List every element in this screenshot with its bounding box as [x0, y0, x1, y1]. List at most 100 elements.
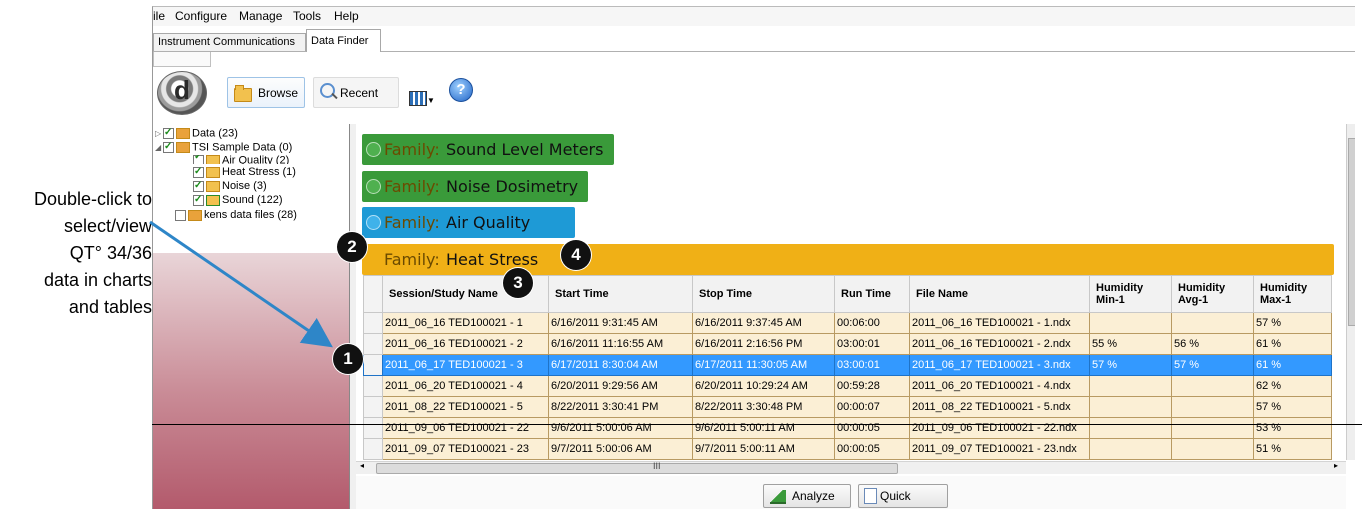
row-humidity-max[interactable]: 57 % — [1253, 396, 1332, 418]
row-start-time[interactable]: 6/20/2011 9:29:56 AM — [548, 375, 693, 397]
table-row[interactable]: 2011_06_17 TED100021 - 3 6/17/2011 8:30:0… — [363, 354, 1332, 376]
row-header[interactable] — [363, 438, 383, 460]
column-header-start-time[interactable]: Start Time — [548, 275, 693, 313]
menu-configure[interactable]: Configure — [175, 9, 227, 23]
row-session-name[interactable]: 2011_06_16 TED100021 - 1 — [382, 312, 549, 334]
row-humidity-min[interactable]: 57 % — [1089, 354, 1172, 376]
scroll-thumb[interactable]: III — [376, 461, 898, 474]
family-air-quality[interactable]: Family: Air Quality — [362, 207, 575, 238]
row-file-name[interactable]: 2011_06_20 TED100021 - 4.ndx — [909, 375, 1090, 397]
row-humidity-min[interactable]: 55 % — [1089, 333, 1172, 355]
row-session-name[interactable]: 2011_09_06 TED100021 - 22 — [382, 417, 549, 439]
row-humidity-avg[interactable] — [1171, 417, 1254, 439]
row-humidity-max[interactable]: 61 % — [1253, 333, 1332, 355]
table-row[interactable]: 2011_06_20 TED100021 - 4 6/20/2011 9:29:5… — [363, 375, 1332, 397]
table-row[interactable]: 2011_06_16 TED100021 - 1 6/16/2011 9:31:4… — [363, 312, 1332, 334]
tab-instrument-communications[interactable]: Instrument Communications — [153, 33, 306, 51]
row-stop-time[interactable]: 6/20/2011 10:29:24 AM — [692, 375, 835, 397]
horizontal-scrollbar[interactable]: ◂ III ▸ — [356, 461, 1346, 474]
row-file-name[interactable]: 2011_06_17 TED100021 - 3.ndx — [909, 354, 1090, 376]
row-start-time[interactable]: 6/17/2011 8:30:04 AM — [548, 354, 693, 376]
expand-icon[interactable]: ▷ — [155, 127, 163, 140]
column-header-humidity-min[interactable]: Humidity Min-1 — [1089, 275, 1172, 313]
row-header[interactable] — [363, 312, 383, 334]
row-start-time[interactable]: 9/6/2011 5:00:06 AM — [548, 417, 693, 439]
tree-item-kens-data-files[interactable]: kens data files (28) — [175, 209, 297, 222]
row-start-time[interactable]: 9/7/2011 5:00:06 AM — [548, 438, 693, 460]
row-humidity-max[interactable]: 61 % — [1253, 354, 1332, 376]
row-session-name[interactable]: 2011_06_20 TED100021 - 4 — [382, 375, 549, 397]
scroll-left-icon[interactable]: ◂ — [360, 461, 364, 470]
checkbox[interactable] — [193, 165, 204, 178]
vertical-scrollbar[interactable] — [1346, 124, 1355, 460]
help-icon[interactable]: ? — [449, 78, 473, 102]
row-run-time[interactable]: 03:00:01 — [834, 333, 910, 355]
row-header[interactable] — [363, 396, 383, 418]
row-stop-time[interactable]: 6/16/2011 2:16:56 PM — [692, 333, 835, 355]
family-sound-level-meters[interactable]: Family: Sound Level Meters — [362, 134, 614, 165]
row-humidity-avg[interactable] — [1171, 438, 1254, 460]
row-humidity-max[interactable]: 53 % — [1253, 417, 1332, 439]
menu-file[interactable]: ile — [153, 9, 165, 23]
scroll-right-icon[interactable]: ▸ — [1334, 461, 1338, 470]
row-run-time[interactable]: 03:00:01 — [834, 354, 910, 376]
row-humidity-min[interactable] — [1089, 438, 1172, 460]
row-stop-time[interactable]: 9/6/2011 5:00:11 AM — [692, 417, 835, 439]
analyze-button[interactable]: Analyze — [763, 484, 851, 508]
row-header[interactable] — [363, 354, 383, 376]
quick-report-button[interactable]: Quick Report — [858, 484, 948, 508]
row-start-time[interactable]: 6/16/2011 9:31:45 AM — [548, 312, 693, 334]
collapse-icon[interactable]: ◢ — [155, 141, 163, 154]
column-header-humidity-avg[interactable]: Humidity Avg-1 — [1171, 275, 1254, 313]
tree-item-heat-stress[interactable]: Heat Stress (1) — [193, 165, 296, 179]
row-stop-time[interactable]: 9/7/2011 5:00:11 AM — [692, 438, 835, 460]
browse-button[interactable]: Browse — [227, 77, 305, 108]
row-stop-time[interactable]: 6/17/2011 11:30:05 AM — [692, 354, 835, 376]
row-start-time[interactable]: 6/16/2011 11:16:55 AM — [548, 333, 693, 355]
row-file-name[interactable]: 2011_09_07 TED100021 - 23.ndx — [909, 438, 1090, 460]
scroll-thumb[interactable] — [1348, 138, 1355, 326]
row-humidity-avg[interactable]: 57 % — [1171, 354, 1254, 376]
row-humidity-avg[interactable]: 56 % — [1171, 333, 1254, 355]
row-humidity-max[interactable]: 62 % — [1253, 375, 1332, 397]
tree-item-noise[interactable]: Noise (3) — [193, 179, 267, 193]
chevron-down-icon[interactable]: ▼ — [427, 96, 435, 105]
row-session-name[interactable]: 2011_08_22 TED100021 - 5 — [382, 396, 549, 418]
table-row[interactable]: 2011_06_16 TED100021 - 2 6/16/2011 11:16:… — [363, 333, 1332, 355]
row-file-name[interactable]: 2011_06_16 TED100021 - 2.ndx — [909, 333, 1090, 355]
row-humidity-min[interactable] — [1089, 375, 1172, 397]
row-humidity-min[interactable] — [1089, 417, 1172, 439]
checkbox[interactable] — [163, 140, 174, 153]
checkbox[interactable] — [193, 179, 204, 192]
tree-item-data[interactable]: ▷ Data (23) — [155, 126, 238, 140]
row-stop-time[interactable]: 8/22/2011 3:30:48 PM — [692, 396, 835, 418]
menu-manage[interactable]: Manage — [239, 9, 282, 23]
row-session-name[interactable]: 2011_09_07 TED100021 - 23 — [382, 438, 549, 460]
table-row[interactable]: 2011_09_06 TED100021 - 22 9/6/2011 5:00:0… — [363, 417, 1332, 439]
table-row[interactable]: 2011_08_22 TED100021 - 5 8/22/2011 3:30:4… — [363, 396, 1332, 418]
tree-item-tsi-sample-data[interactable]: ◢ TSI Sample Data (0) — [155, 140, 292, 154]
row-run-time[interactable]: 00:59:28 — [834, 375, 910, 397]
row-humidity-max[interactable]: 57 % — [1253, 312, 1332, 334]
row-file-name[interactable]: 2011_09_06 TED100021 - 22.ndx — [909, 417, 1090, 439]
recent-button[interactable]: Recent — [313, 77, 399, 108]
family-noise-dosimetry[interactable]: Family: Noise Dosimetry — [362, 171, 588, 202]
row-humidity-avg[interactable] — [1171, 375, 1254, 397]
row-stop-time[interactable]: 6/16/2011 9:37:45 AM — [692, 312, 835, 334]
row-file-name[interactable]: 2011_06_16 TED100021 - 1.ndx — [909, 312, 1090, 334]
row-humidity-avg[interactable] — [1171, 396, 1254, 418]
app-logo-icon[interactable]: d — [157, 71, 207, 115]
row-session-name[interactable]: 2011_06_17 TED100021 - 3 — [382, 354, 549, 376]
row-header[interactable] — [363, 417, 383, 439]
row-run-time[interactable]: 00:00:07 — [834, 396, 910, 418]
menu-help[interactable]: Help — [334, 9, 359, 23]
checkbox[interactable] — [163, 126, 174, 139]
row-session-name[interactable]: 2011_06_16 TED100021 - 2 — [382, 333, 549, 355]
table-row[interactable]: 2011_09_07 TED100021 - 23 9/7/2011 5:00:0… — [363, 438, 1332, 460]
row-humidity-min[interactable] — [1089, 396, 1172, 418]
column-header-stop-time[interactable]: Stop Time — [692, 275, 835, 313]
tree-item-sound[interactable]: Sound (122) — [193, 193, 283, 207]
row-start-time[interactable]: 8/22/2011 3:30:41 PM — [548, 396, 693, 418]
column-header-humidity-max[interactable]: Humidity Max-1 — [1253, 275, 1332, 313]
row-run-time[interactable]: 00:00:05 — [834, 438, 910, 460]
